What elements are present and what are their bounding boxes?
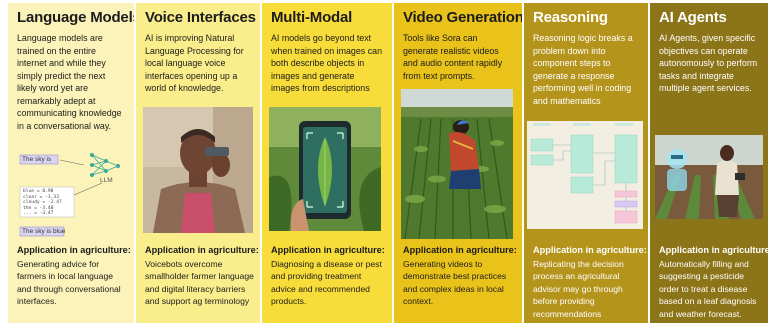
panel-video-generation: Video Generation Tools like Sora can gen… [394,3,522,323]
reasoning-flow-diagram [527,121,643,229]
llm-diagram: The sky is LLM blue = 0.98 clear = -1.33… [14,149,128,239]
prompt-text: The sky is [22,156,52,163]
infographic-row: Language Models Language models are trai… [8,3,772,323]
panel-title: Language Models [17,9,134,26]
robot-farmer-field-photo [655,135,763,219]
panel-title: Video Generation [403,9,522,26]
panel-description: Language models are trained on the entir… [17,33,122,131]
farmer-phone-photo [143,107,253,233]
panel-description: Reasoning logic breaks a problem down in… [533,33,633,106]
application-heading: Application in agriculture: [17,245,131,255]
application-text: Voicebots overcome smallholder farmer la… [145,259,254,307]
output-text: The sky is blue [22,228,66,235]
phone-icon [205,147,229,156]
llm-label: LLM [100,177,113,184]
panel-reasoning: Reasoning Reasoning logic breaks a probl… [524,3,648,323]
panel-description: AI models go beyond text when trained on… [271,33,383,93]
application-heading: Application in agriculture: [145,245,259,255]
application-text: Replicating the decision process an agri… [533,259,624,319]
phone-scanning-plant-photo [269,107,381,231]
application-text: Automatically filling and suggesting a p… [659,259,757,319]
panel-description: Tools like Sora can generate realistic v… [403,33,503,81]
panel-description: AI is improving Natural Language Process… [145,33,244,93]
panel-title: Reasoning [533,9,608,26]
panel-multi-modal: Multi-Modal AI models go beyond text whe… [262,3,392,323]
panel-title: Voice Interfaces [145,9,256,26]
crop-field-farmer-photo [401,89,513,239]
application-text: Generating advice for farmers in local l… [17,259,121,307]
score-list: blue = 0.98 clear = -1.33 cloudy = -2.47… [23,189,62,217]
application-heading: Application in agriculture: [659,245,768,255]
application-heading: Application in agriculture: [271,245,385,255]
panel-voice-interfaces: Voice Interfaces AI is improving Natural… [136,3,260,323]
application-heading: Application in agriculture: [403,245,517,255]
score-item: cloudy = -2.47 [23,200,62,206]
panel-title: Multi-Modal [271,9,353,26]
panel-ai-agents: AI Agents AI Agents, given specific obje… [650,3,768,323]
panel-title: AI Agents [659,9,727,26]
panel-language-models: Language Models Language models are trai… [8,3,134,323]
application-text: Diagnosing a disease or pest and providi… [271,259,382,307]
application-text: Generating videos to demonstrate best pr… [403,259,507,307]
score-item: ... = -3.47 [23,211,54,217]
application-heading: Application in agriculture: [533,245,647,255]
panel-description: AI Agents, given specific objectives can… [659,33,758,93]
